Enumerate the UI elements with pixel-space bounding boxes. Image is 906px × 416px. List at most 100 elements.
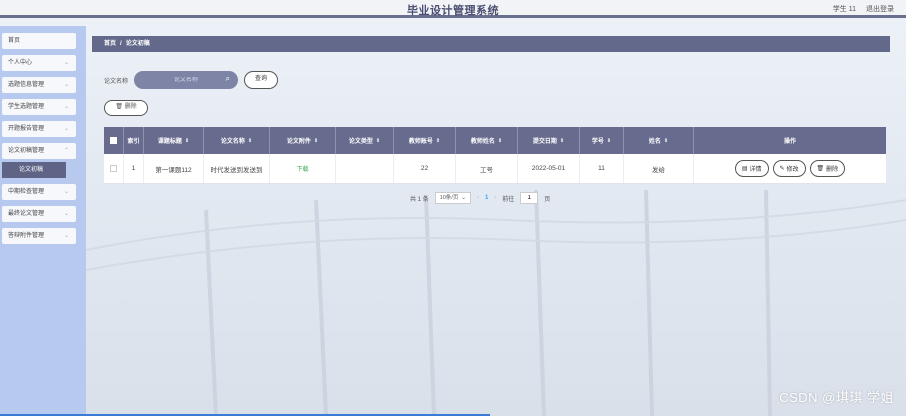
- header-label: 学号: [591, 139, 604, 145]
- download-link[interactable]: 下载: [296, 164, 308, 173]
- pencil-icon: ✎: [779, 166, 785, 172]
- header-label: 课题标题: [157, 139, 182, 145]
- select-all-checkbox[interactable]: [110, 137, 117, 144]
- chevron-down-icon: ⌄: [63, 233, 69, 239]
- sidebar-item-student-topic[interactable]: 学生选题管理 ⌄: [2, 99, 76, 115]
- chevron-down-icon: ⌄: [63, 104, 69, 110]
- header-label: 论文名称: [220, 139, 245, 145]
- header-label: 提交日期: [532, 139, 557, 145]
- header-student-no[interactable]: 学号 ⇕: [580, 127, 624, 154]
- header-student-name[interactable]: 姓名 ⇕: [624, 127, 694, 154]
- sidebar-item-label: 首页: [8, 38, 21, 44]
- sidebar-item-midterm-check[interactable]: 中期检查管理 ⌄: [2, 184, 76, 200]
- query-button[interactable]: 查询: [244, 71, 279, 89]
- sort-icon[interactable]: ⇕: [248, 138, 252, 144]
- next-page-icon[interactable]: ›: [494, 195, 496, 201]
- breadcrumb-current: 论文初稿: [125, 41, 150, 47]
- breadcrumb-separator: /: [120, 41, 122, 47]
- header-attachment[interactable]: 论文附件 ⇕: [270, 127, 336, 154]
- sidebar-item-final-paper[interactable]: 最终论文管理 ⌄: [2, 206, 76, 222]
- header-label: 姓名: [648, 139, 661, 145]
- bulk-delete-button[interactable]: 🗑 删除: [104, 100, 148, 116]
- search-icon[interactable]: ⌕: [226, 74, 230, 84]
- cell-actions: ▤ 详情 ✎ 修改 🗑 删除: [694, 154, 886, 183]
- cell-submit-date: 2022-05-01: [518, 154, 580, 183]
- table-row: 1 第一课题112 时代发送到发送到 下载 22 工号 2022-05-01 1…: [104, 154, 886, 184]
- edit-label: 修改: [786, 167, 799, 173]
- sort-icon[interactable]: ⇕: [664, 138, 668, 144]
- cell-paper-type: [336, 154, 394, 183]
- header-teacher-account[interactable]: 教师账号 ⇕: [394, 127, 456, 154]
- row-checkbox[interactable]: [110, 165, 117, 172]
- sort-icon[interactable]: ⇕: [607, 138, 611, 144]
- goto-page-input[interactable]: [520, 192, 539, 204]
- chevron-down-icon: ⌄: [63, 60, 69, 66]
- delete-label: 删除: [826, 167, 839, 173]
- paper-table: 索引 课题标题 ⇕ 论文名称 ⇕ 论文附件 ⇕ 论文类型 ⇕ 教师账号 ⇕ 教师姓名 ⇕ 提…: [104, 127, 886, 184]
- sidebar-item-topic-info[interactable]: 选题信息管理 ⌄: [2, 77, 76, 93]
- sidebar-item-home[interactable]: 首页: [2, 33, 76, 49]
- prev-page-icon[interactable]: ‹: [477, 195, 479, 201]
- chevron-down-icon: ⌄: [63, 82, 69, 88]
- main-content: 首页/论文初稿 论文名称 ⌕ 查询 🗑 删除 索引 课题标题⇕ 论文名称⇕ 论文…: [92, 36, 890, 411]
- breadcrumb: 首页 / 论文初稿: [92, 36, 890, 52]
- header-actions: 操作: [694, 127, 886, 154]
- header-label: 索引: [127, 139, 140, 145]
- sort-icon[interactable]: ⇕: [560, 138, 564, 144]
- cell-paper-name: 时代发送到发送到: [204, 154, 270, 183]
- detail-button[interactable]: ▤ 详情: [734, 160, 769, 177]
- app-title: 毕业设计管理系统: [407, 5, 499, 17]
- sidebar: 首页 个人中心 ⌄ 选题信息管理 ⌄ 学生选题管理 ⌄ 开题报告管理 ⌄ 论文初稿管理 ⌃…: [0, 26, 86, 416]
- search-box: ⌕: [134, 71, 239, 89]
- header-index: 索引: [124, 127, 144, 154]
- sort-icon[interactable]: ⇕: [436, 138, 440, 144]
- page-number[interactable]: 1: [485, 195, 488, 201]
- header-teacher-name[interactable]: 教师姓名 ⇕: [456, 127, 518, 154]
- search-row: 论文名称 ⌕ 查询: [104, 71, 279, 89]
- header-paper-type[interactable]: 论文类型 ⇕: [336, 127, 394, 154]
- trash-icon: 🗑: [816, 166, 825, 172]
- edit-button[interactable]: ✎ 修改: [772, 160, 806, 177]
- header-paper-name[interactable]: 论文名称 ⇕: [204, 127, 270, 154]
- chevron-down-icon: ⌄: [63, 126, 69, 132]
- goto-label: 前往: [502, 196, 515, 203]
- total-count: 共 1 条: [410, 196, 429, 203]
- page-size-select[interactable]: 10条/页 ⌄: [434, 192, 471, 204]
- sidebar-item-proposal-report[interactable]: 开题报告管理 ⌄: [2, 121, 76, 137]
- header-label: 操作: [783, 139, 796, 145]
- sidebar-item-label: 最终论文管理: [8, 211, 45, 217]
- user-label[interactable]: 学生 11: [833, 4, 856, 14]
- header-submit-date[interactable]: 提交日期 ⇕: [518, 127, 580, 154]
- cell-teacher-name: 工号: [456, 154, 518, 183]
- sort-icon[interactable]: ⇕: [498, 138, 502, 144]
- chevron-down-icon: ⌄: [63, 211, 69, 217]
- cell-topic: 第一课题112: [144, 154, 204, 183]
- sort-icon[interactable]: ⇕: [376, 138, 380, 144]
- sort-icon[interactable]: ⇕: [185, 138, 189, 144]
- sidebar-item-defense-attachment[interactable]: 答辩附件管理 ⌄: [2, 228, 76, 244]
- sidebar-item-label: 选题信息管理: [8, 82, 45, 88]
- table-header: 索引 课题标题 ⇕ 论文名称 ⇕ 论文附件 ⇕ 论文类型 ⇕ 教师账号 ⇕ 教师姓名 ⇕ 提…: [104, 127, 886, 154]
- search-input[interactable]: [146, 77, 227, 83]
- bulk-delete-label: 删除: [124, 104, 137, 110]
- document-icon: ▤: [741, 166, 748, 172]
- header-label: 论文附件: [286, 139, 311, 145]
- sidebar-item-label: 个人中心: [8, 60, 33, 66]
- sidebar-item-draft-paper[interactable]: 论文初稿管理 ⌃: [2, 143, 76, 159]
- breadcrumb-home[interactable]: 首页: [104, 41, 116, 47]
- sidebar-subitem-draft[interactable]: 论文初稿: [2, 162, 66, 178]
- pagination: 共 1 条 10条/页⌄ ‹ 1 › 前往 页: [410, 192, 550, 204]
- delete-button[interactable]: 🗑 删除: [809, 160, 846, 177]
- trash-icon: 🗑: [115, 104, 123, 110]
- logout-link[interactable]: 退出登录: [866, 4, 894, 14]
- header-label: 论文类型: [348, 139, 373, 145]
- chevron-down-icon: ⌄: [63, 189, 69, 195]
- page-size-value: 10条/页: [439, 195, 459, 201]
- sidebar-item-label: 中期检查管理: [8, 189, 45, 195]
- header-topic[interactable]: 课题标题 ⇕: [144, 127, 204, 154]
- sidebar-item-profile[interactable]: 个人中心 ⌄: [2, 55, 76, 71]
- cell-teacher-account: 22: [394, 154, 456, 183]
- sort-icon[interactable]: ⇕: [314, 138, 318, 144]
- chevron-up-icon: ⌃: [63, 148, 69, 154]
- cell-attachment: 下载: [270, 154, 336, 183]
